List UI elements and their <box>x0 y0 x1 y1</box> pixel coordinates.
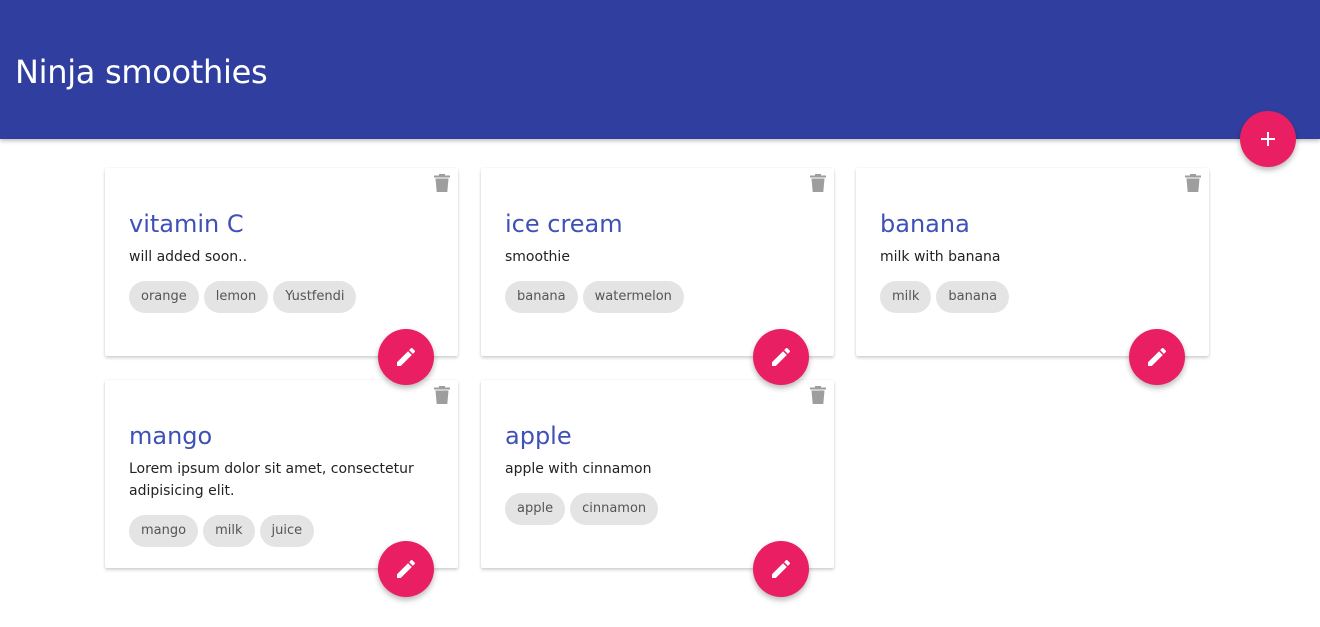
pencil-icon <box>772 560 790 578</box>
smoothie-description: apple with cinnamon <box>505 461 652 477</box>
ingredient-list: milk banana <box>880 281 1010 313</box>
ingredient-chip: banana <box>505 281 578 313</box>
ingredient-chip: orange <box>129 281 199 313</box>
smoothie-card: mango Lorem ipsum dolor sit amet, consec… <box>105 380 458 568</box>
ingredient-list: apple cinnamon <box>505 493 659 525</box>
pencil-icon <box>397 348 415 366</box>
edit-button[interactable] <box>378 541 434 597</box>
smoothie-card: banana milk with banana milk banana <box>856 168 1209 356</box>
ingredient-chip: cinnamon <box>570 493 659 525</box>
brand-logo[interactable]: Ninja smoothies <box>15 52 268 92</box>
smoothie-title: mango <box>129 422 213 450</box>
pencil-icon <box>1148 348 1166 366</box>
smoothie-title: ice cream <box>505 210 623 238</box>
delete-button[interactable] <box>432 172 452 194</box>
trash-icon <box>810 174 826 192</box>
ingredient-chip: Yustfendi <box>273 281 357 313</box>
edit-button[interactable] <box>753 541 809 597</box>
smoothie-description: Lorem ipsum dolor sit amet, consectetur … <box>129 461 414 499</box>
delete-button[interactable] <box>808 384 828 406</box>
ingredient-chip: banana <box>936 281 1010 313</box>
delete-button[interactable] <box>432 384 452 406</box>
delete-button[interactable] <box>1183 172 1203 194</box>
navbar: Ninja smoothies <box>0 0 1320 139</box>
ingredient-list: orange lemon Yustfendi <box>129 281 357 313</box>
trash-icon <box>434 174 450 192</box>
ingredient-chip: milk <box>203 515 255 547</box>
edit-button[interactable] <box>378 329 434 385</box>
smoothie-title: banana <box>880 210 970 238</box>
smoothie-card: apple apple with cinnamon apple cinnamon <box>481 380 834 568</box>
add-smoothie-button[interactable] <box>1240 111 1296 167</box>
ingredient-chip: watermelon <box>582 281 684 313</box>
pencil-icon <box>397 560 415 578</box>
smoothie-title: apple <box>505 422 572 450</box>
ingredient-chip: mango <box>129 515 199 547</box>
smoothie-description: milk with banana <box>880 249 1001 265</box>
ingredient-chip: milk <box>880 281 932 313</box>
smoothie-title: vitamin C <box>129 210 244 238</box>
pencil-icon <box>772 348 790 366</box>
delete-button[interactable] <box>808 172 828 194</box>
ingredient-chip: apple <box>505 493 566 525</box>
ingredient-chip: lemon <box>203 281 269 313</box>
smoothie-description: smoothie <box>505 249 570 265</box>
smoothie-card: vitamin C will added soon.. orange lemon… <box>105 168 458 356</box>
trash-icon <box>810 386 826 404</box>
ingredient-list: banana watermelon <box>505 281 684 313</box>
edit-button[interactable] <box>753 329 809 385</box>
smoothie-description: will added soon.. <box>129 249 248 265</box>
plus-icon <box>1261 132 1275 146</box>
trash-icon <box>434 386 450 404</box>
ingredient-chip: juice <box>259 515 315 547</box>
ingredient-list: mango milk juice <box>129 515 315 547</box>
trash-icon <box>1185 174 1201 192</box>
edit-button[interactable] <box>1129 329 1185 385</box>
smoothie-card: ice cream smoothie banana watermelon <box>481 168 834 356</box>
